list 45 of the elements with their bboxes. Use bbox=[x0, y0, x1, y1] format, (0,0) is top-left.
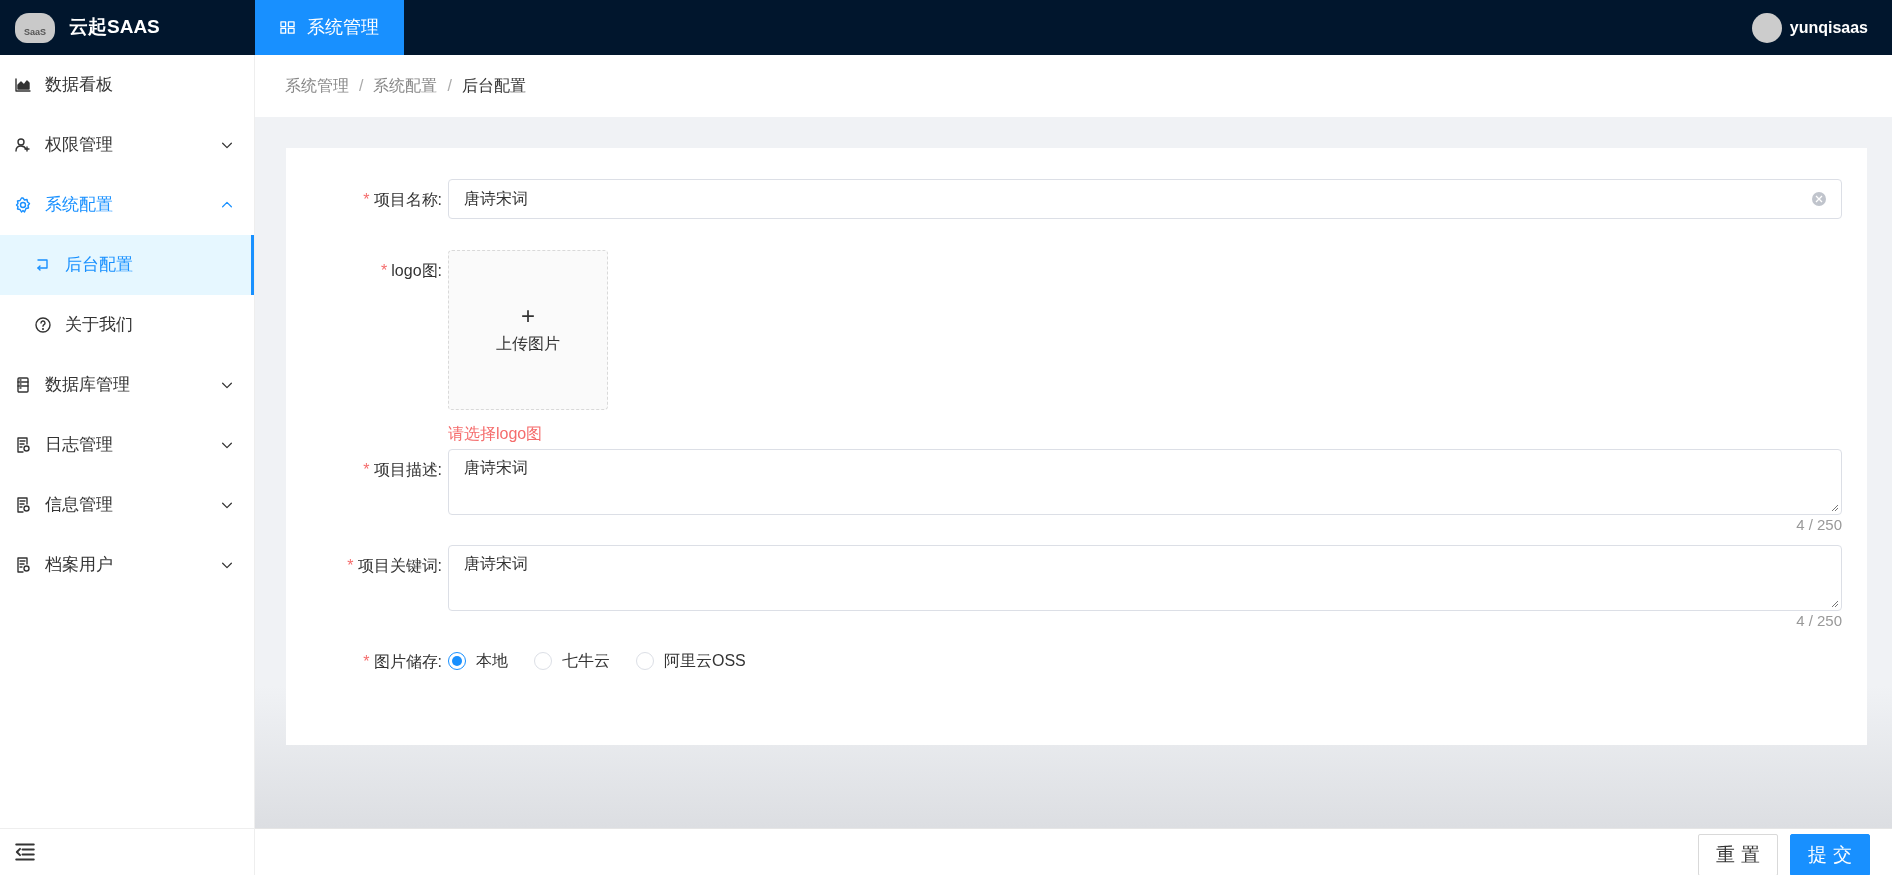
field-label: * 项目描述: bbox=[362, 460, 442, 480]
brand-name: 云起SAAS bbox=[69, 15, 160, 40]
chart-icon bbox=[15, 77, 31, 93]
breadcrumb-separator: / bbox=[447, 76, 452, 96]
users-icon bbox=[15, 137, 31, 153]
resize-handle-icon[interactable] bbox=[1831, 600, 1839, 608]
text-input[interactable]: 唐诗宋词 bbox=[448, 179, 1842, 219]
menu-item[interactable]: 数据库管理 bbox=[0, 355, 254, 415]
avatar[interactable] bbox=[1751, 12, 1782, 43]
field-label: * 项目名称: bbox=[362, 190, 442, 210]
document-icon bbox=[15, 437, 31, 453]
user-name[interactable]: yunqisaas bbox=[1789, 15, 1868, 40]
textarea-field[interactable]: 唐诗宋词 bbox=[448, 449, 1842, 515]
menu-item[interactable]: 权限管理 bbox=[0, 115, 254, 175]
radio-option[interactable]: 本地 bbox=[448, 649, 508, 673]
gear-icon bbox=[15, 197, 31, 213]
upload-box[interactable]: + 上传图片 bbox=[448, 250, 608, 410]
field-label: * logo图: bbox=[380, 261, 442, 281]
submenu-item[interactable]: 关于我们 bbox=[0, 295, 254, 355]
menu-item[interactable]: 日志管理 bbox=[0, 415, 254, 475]
menu-item[interactable]: 数据看板 bbox=[0, 55, 254, 115]
breadcrumb-item[interactable]: 系统配置 bbox=[373, 74, 438, 98]
logo-icon: SaaS bbox=[15, 12, 55, 43]
menu-item[interactable]: 档案用户 bbox=[0, 535, 254, 595]
help-icon bbox=[35, 317, 51, 333]
resize-handle-icon[interactable] bbox=[1831, 504, 1839, 512]
document-icon bbox=[15, 557, 31, 573]
database-icon bbox=[15, 377, 31, 393]
collapse-menu-icon bbox=[15, 842, 35, 862]
field-label: * 项目关键词: bbox=[346, 556, 442, 576]
radio-option[interactable]: 七牛云 bbox=[534, 649, 610, 673]
radio-option[interactable]: 阿里云OSS bbox=[636, 649, 746, 673]
field-label: * 图片储存: bbox=[362, 652, 442, 672]
reset-button[interactable]: 重 置 bbox=[1698, 834, 1778, 875]
character-counter: 4 / 250 bbox=[1795, 515, 1842, 535]
menu-item[interactable]: 信息管理 bbox=[0, 475, 254, 535]
grid-icon bbox=[280, 20, 295, 35]
breadcrumb-item: 后台配置 bbox=[461, 76, 526, 96]
textarea-field[interactable]: 唐诗宋词 bbox=[448, 545, 1842, 611]
document-icon bbox=[15, 497, 31, 513]
error-message: 请选择logo图 bbox=[448, 424, 544, 444]
breadcrumb-item[interactable]: 系统管理 bbox=[285, 74, 349, 98]
character-counter: 4 / 250 bbox=[1795, 611, 1842, 631]
breadcrumb-separator: / bbox=[359, 76, 364, 96]
return-icon bbox=[35, 257, 51, 273]
